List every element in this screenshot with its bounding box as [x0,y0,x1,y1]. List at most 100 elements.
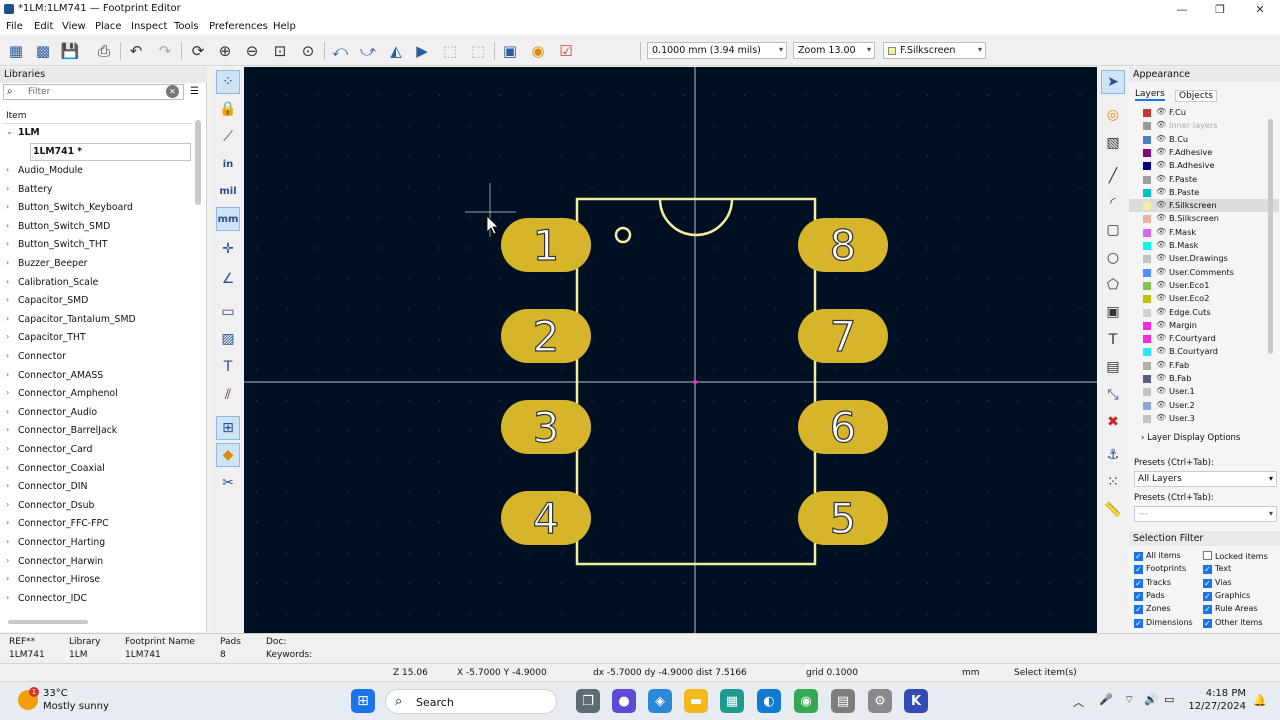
library-item[interactable]: › Connector_Harting [0,534,195,552]
visibility-eye-icon[interactable]: 👁 [1156,386,1166,395]
battery-icon[interactable]: ▭ [1164,693,1174,706]
visibility-eye-icon[interactable]: 👁 [1156,346,1166,355]
kicad-taskbar-icon[interactable]: K [904,689,928,713]
filter-checkbox[interactable]: ✓ Graphics [1203,591,1250,601]
delete-tool-icon[interactable]: ✖ [1101,410,1125,434]
visibility-eye-icon[interactable]: 👁 [1156,253,1166,262]
menu-preferences[interactable]: Preferences [209,21,268,32]
draw-arc-icon[interactable]: ◜ [1101,191,1125,215]
library-item[interactable]: › Connector_AMASS [0,367,195,385]
filter-checkbox[interactable]: ✓ Vias [1203,578,1232,588]
pad-number[interactable]: 6 [829,402,857,452]
new-footprint-icon[interactable]: ▩ [33,41,53,61]
footprint-drawing[interactable]: 1 2 3 4 8 7 6 5 [244,67,1097,633]
footprint-1lm741[interactable]: 1LM741 * [30,143,191,161]
draw-polygon-icon[interactable]: ⬠ [1101,273,1125,297]
visibility-eye-icon[interactable]: 👁 [1156,200,1166,209]
presets-select[interactable]: All Layers ▾ [1134,471,1277,487]
library-item[interactable]: › Button_Switch_SMD [0,218,195,236]
pad-properties-icon[interactable]: ◉ [528,41,548,61]
text-outline-icon[interactable]: T [216,355,240,379]
library-item[interactable]: › Battery [0,181,195,199]
layer-row[interactable]: 👁 F.Silkscreen [1129,199,1279,213]
layer-row[interactable]: 👁 F.Cu [1129,106,1279,119]
checkbox-icon[interactable]: ✓ [1134,552,1143,561]
sort-icon[interactable]: ☰ [190,86,199,97]
filter-checkbox[interactable]: ✓ Footprints [1134,564,1186,575]
pad-outline-icon[interactable]: ▭ [216,300,240,324]
menu-edit[interactable]: Edit [34,21,53,32]
layer-row[interactable]: 👁 Margin [1129,319,1279,332]
notification-bell-icon[interactable]: 🔔 [1253,694,1267,707]
redo-icon[interactable]: ↷ [155,41,175,61]
visibility-eye-icon[interactable]: 👁 [1156,413,1166,422]
library-hscrollbar[interactable] [8,620,88,624]
rotate-cw-icon[interactable]: ⤻ [358,41,378,61]
layer-row[interactable]: 👁 F.Mask [1129,226,1279,239]
layer-row[interactable]: 👁 B.Paste [1129,186,1279,199]
grid-select[interactable]: 0.1000 mm (3.94 mils) ▾ [647,42,787,59]
pad-number[interactable]: 2 [532,311,560,361]
layer-row[interactable]: 👁 User.3 [1129,412,1279,425]
library-item[interactable]: › Button_Switch_THT [0,236,195,254]
checkbox-icon[interactable] [1203,551,1212,560]
visibility-eye-icon[interactable]: 👁 [1156,187,1166,196]
undo-icon[interactable]: ↶ [126,41,146,61]
library-item[interactable]: › Connector_FFC-FPC [0,515,195,533]
units-mm-button[interactable]: mm [216,207,240,231]
visibility-eye-icon[interactable]: 👁 [1156,134,1166,143]
layer-color-swatch[interactable] [1143,135,1151,144]
group-icon[interactable]: ⬚ [440,41,460,61]
layer-color-swatch[interactable] [1143,228,1151,237]
menu-place[interactable]: Place [95,21,122,32]
ungroup-icon[interactable]: ⬚ [468,41,488,61]
pad-number[interactable]: 7 [829,311,857,361]
layer-row[interactable]: 👁 B.Courtyard [1129,345,1279,358]
units-inches-button[interactable]: in [216,152,240,176]
high-contrast-icon[interactable]: ⫽ [216,383,240,407]
start-icon[interactable]: ⊞ [351,689,375,713]
footprint-tree-icon[interactable]: ⊞ [216,416,240,440]
checkbox-icon[interactable]: ✓ [1203,565,1212,575]
layer-row[interactable]: 👁 User.Eco1 [1129,279,1279,292]
menu-tools[interactable]: Tools [174,21,199,32]
set-anchor-icon[interactable]: ⚓ [1101,443,1125,467]
wifi-icon[interactable]: ⌔ [1124,693,1134,707]
layer-color-swatch[interactable] [1143,401,1151,410]
volume-icon[interactable]: 🔊 [1144,693,1158,706]
add-textbox-icon[interactable]: ▤ [1101,355,1125,379]
visibility-eye-icon[interactable]: 👁 [1156,147,1166,156]
layer-row[interactable]: 👁 F.Adhesive [1129,146,1279,159]
layer-row[interactable]: 👁 B.Fab [1129,372,1279,385]
layer-row[interactable]: 👁 B.Adhesive [1129,159,1279,172]
visibility-eye-icon[interactable]: 👁 [1156,120,1166,129]
layer-row[interactable]: 👁 User.Drawings [1129,252,1279,265]
rotate-ccw-icon[interactable]: ⤺ [330,41,350,61]
visibility-eye-icon[interactable]: 👁 [1156,307,1166,316]
checkbox-icon[interactable]: ✓ [1134,578,1143,588]
filter-checkbox[interactable]: ✓ Dimensions [1134,618,1193,628]
add-text-icon[interactable]: T [1101,328,1125,352]
visibility-eye-icon[interactable]: 👁 [1156,360,1166,369]
library-item[interactable]: › Button_Switch_Keyboard [0,199,195,217]
library-item[interactable]: › Connector_Harwin [0,553,195,571]
layer-row[interactable]: 👁 F.Fab [1129,359,1279,372]
visibility-eye-icon[interactable]: 👁 [1156,280,1166,289]
flip-icon[interactable]: ▶ [412,41,432,61]
library-item[interactable]: › Connector_Dsub [0,497,195,515]
layer-color-swatch[interactable] [1143,188,1151,197]
edge-icon[interactable]: ◐ [757,689,781,713]
zoom-in-icon[interactable]: ⊕ [215,41,235,61]
visibility-eye-icon[interactable]: 👁 [1156,107,1166,116]
layer-color-swatch[interactable] [1143,321,1151,330]
layer-scrollbar[interactable] [1268,119,1273,354]
layer-color-swatch[interactable] [1143,375,1151,383]
layer-row[interactable]: 👁 B.Mask [1129,239,1279,252]
visibility-eye-icon[interactable]: 👁 [1156,333,1166,342]
pcb-canvas[interactable]: 1 2 3 4 8 7 6 5 [244,67,1097,633]
filter-checkbox[interactable]: ✓ All items [1134,551,1181,561]
filter-checkbox[interactable]: ✓ Zones [1134,604,1171,615]
layer-color-swatch[interactable] [1143,175,1151,184]
layer-row[interactable]: 👁 B.Cu [1129,133,1279,146]
layer-row[interactable]: 👁 User.1 [1129,385,1279,398]
